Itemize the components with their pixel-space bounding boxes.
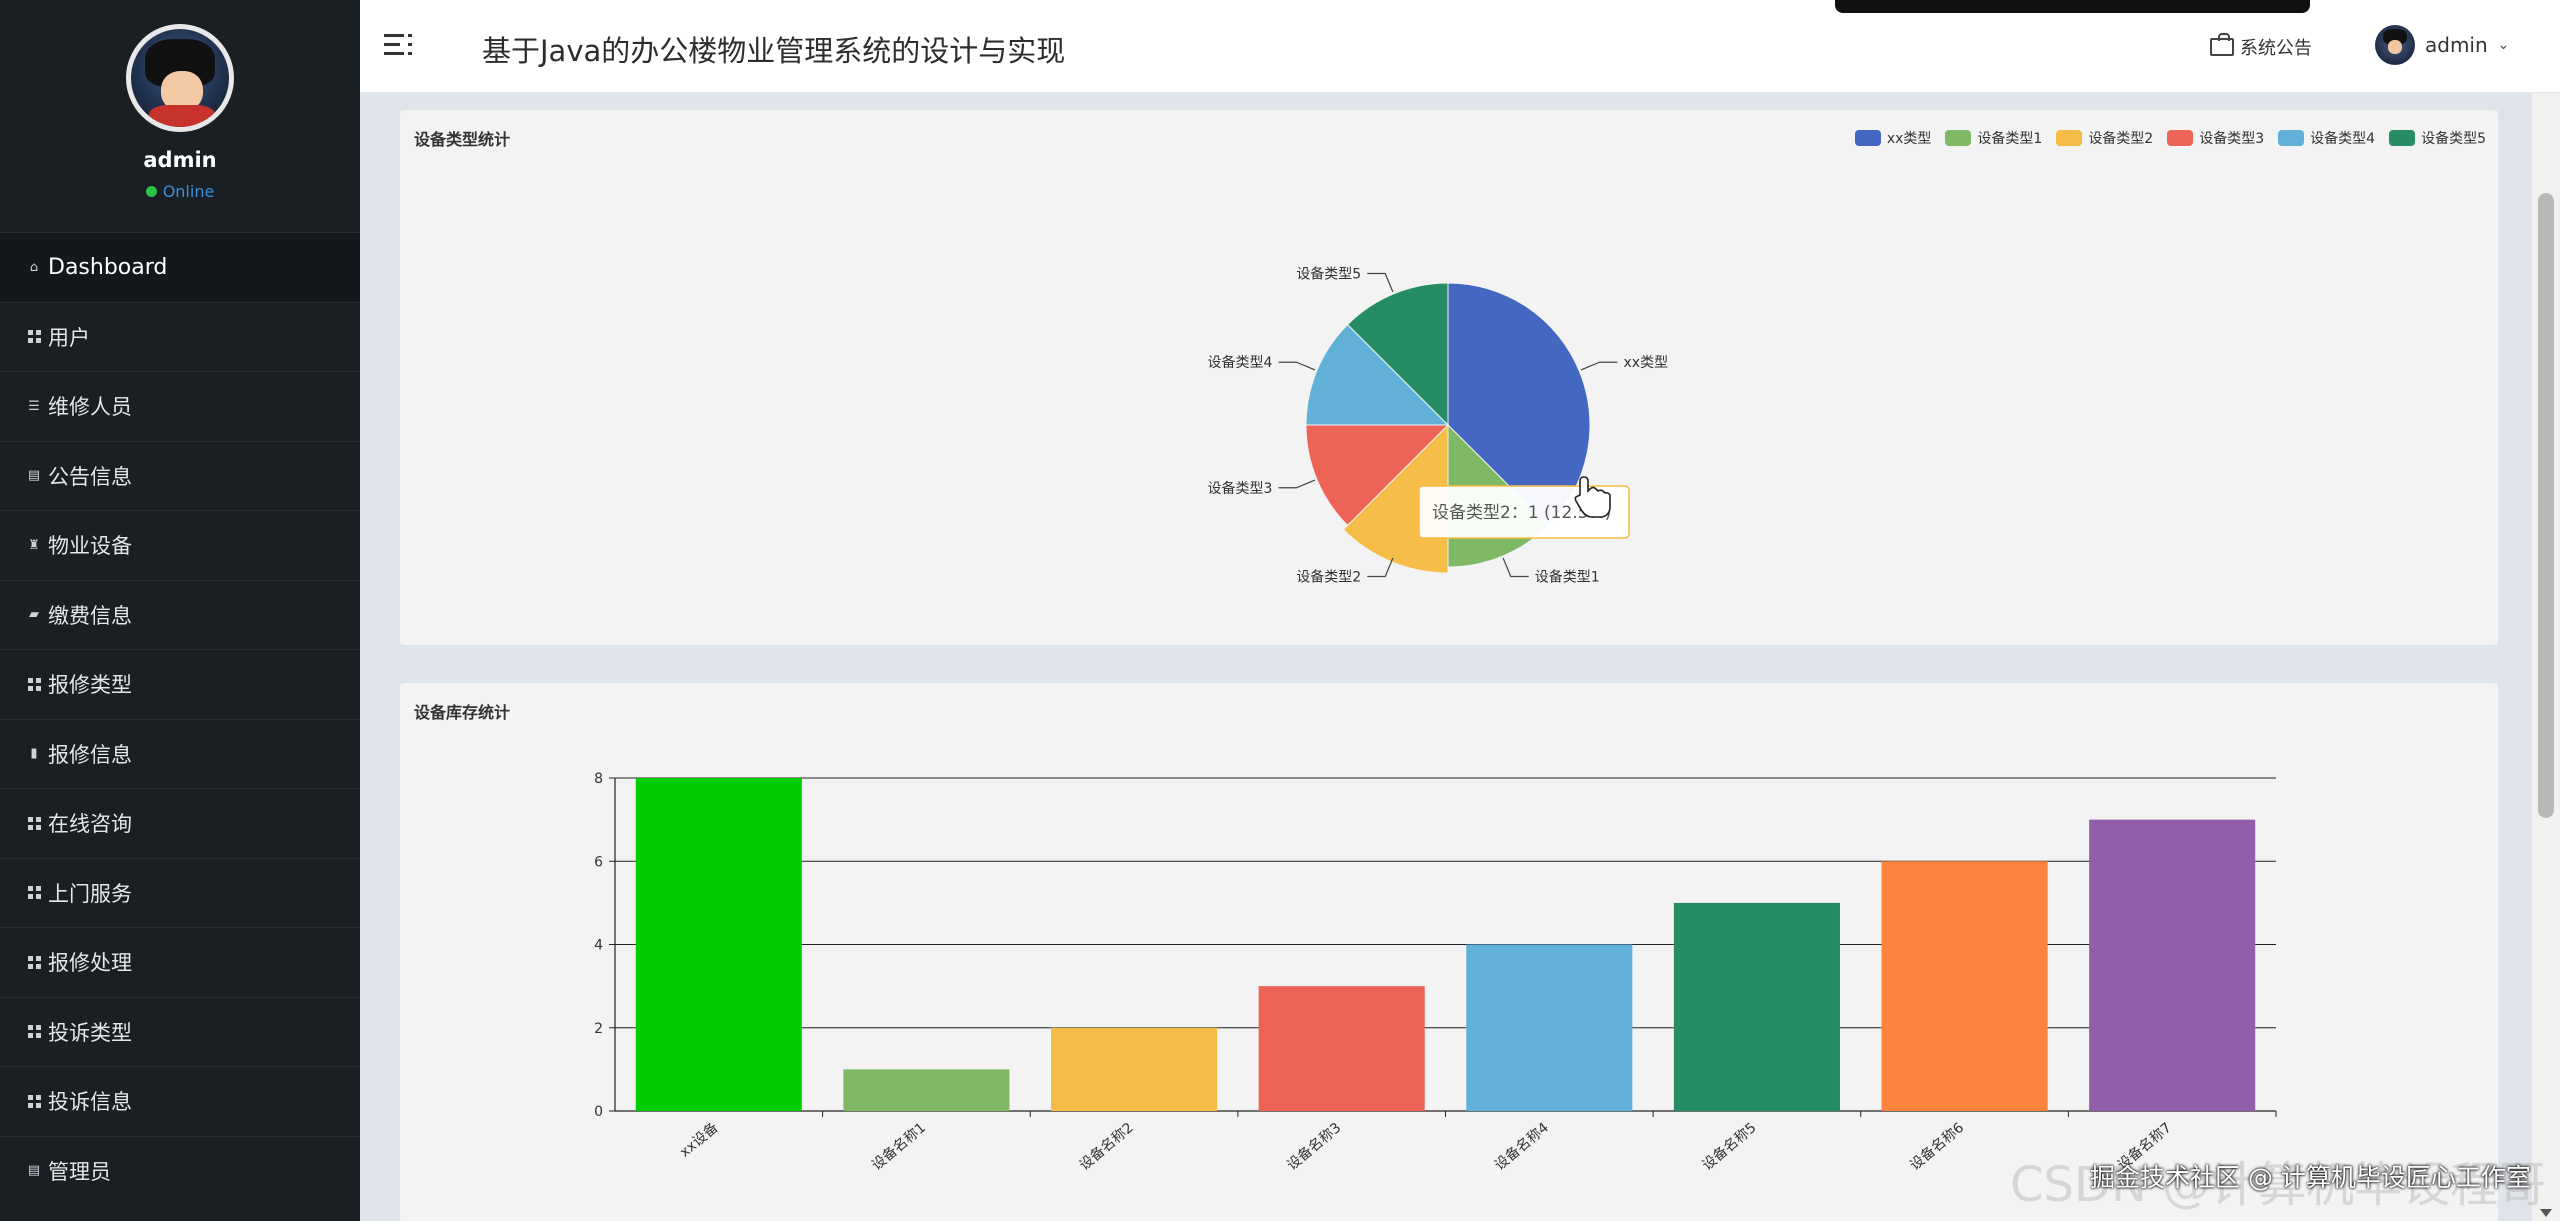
y-tick-label: 4 — [594, 938, 603, 954]
grid-icon — [26, 676, 42, 692]
bar — [1466, 944, 1633, 1111]
pie-label-line — [1580, 361, 1618, 371]
pie-label-line — [1502, 557, 1529, 578]
sidebar-item-label: Dashboard — [48, 254, 168, 280]
x-tick-label: 设备名称6 — [1906, 1119, 1967, 1174]
bar — [635, 778, 802, 1111]
page-scrollbar[interactable] — [2532, 93, 2560, 1221]
sidebar-menu: ⌂ Dashboard 用户 ☰ 维修人员 ▤ 公告信息 ♜ 物业设备 ▰ 缴费信息报修类型 ▮ 报修信… — [0, 232, 360, 1205]
sidebar-item-8[interactable]: 在线咨询 — [0, 788, 360, 858]
y-tick-label: 2 — [594, 1021, 603, 1037]
pie-label: xx类型 — [1624, 355, 1669, 371]
sidebar-item-2[interactable]: ☰ 维修人员 — [0, 371, 360, 441]
bar — [843, 1069, 1010, 1111]
sidebar-item-label: 物业设备 — [48, 534, 132, 559]
profile-status: Online — [145, 182, 215, 201]
sidebar-item-label: 投诉信息 — [48, 1090, 132, 1115]
pie-label-line — [1278, 361, 1316, 371]
grid-icon — [26, 1024, 42, 1040]
sidebar-item-5[interactable]: ▰ 缴费信息 — [0, 579, 360, 650]
sidebar-item-label: 上门服务 — [48, 881, 132, 906]
system-notice-label: 系统公告 — [2240, 38, 2312, 59]
sidebar-item-label: 维修人员 — [48, 395, 132, 420]
trophy-icon: ♜ — [28, 537, 40, 553]
sidebar-item-9[interactable]: 上门服务 — [0, 857, 360, 928]
bar — [1881, 861, 2048, 1111]
sidebar-item-label: 投诉类型 — [48, 1020, 132, 1045]
sidebar-item-label: 管理员 — [48, 1159, 111, 1184]
sidebar-item-12[interactable]: 投诉信息 — [0, 1066, 360, 1136]
top-header: 基于Java的办公楼物业管理系统的设计与实现 系统公告 admin ⌄ — [360, 0, 2560, 93]
sidebar-item-label: 报修信息 — [48, 742, 132, 767]
sidebar-item-13[interactable]: ▤ 管理员 — [0, 1135, 360, 1206]
bar-chart: 02468xx设备 设备名称1 设备名称2 设备名称3 设备名称4 设备名称5 设备名称6 设… — [594, 771, 2277, 1174]
sidebar: admin Online ⌂ Dashboard 用户 ☰ 维修人员 ▤ 公告信息 ♜ 物业设备… — [0, 0, 360, 1221]
sidebar-item-3[interactable]: ▤ 公告信息 — [0, 440, 360, 511]
bar — [1051, 1027, 1218, 1111]
pie-label: 设备类型2 — [1296, 569, 1361, 586]
sidebar-item-10[interactable]: 报修处理 — [0, 927, 360, 997]
user-name: admin — [2425, 33, 2488, 57]
sidebar-item-label: 报修类型 — [48, 673, 132, 698]
system-notice-button[interactable]: 系统公告 — [2210, 33, 2312, 60]
grid-icon — [26, 329, 42, 345]
pie-chart: xx类型设备类型1设备类型2设备类型3设备类型4设备类型5设备类型2：1 (12… — [1208, 265, 1669, 586]
chevron-down-icon: ⌄ — [2497, 37, 2510, 53]
device-type-card: 设备类型统计 xx类型 设备类型1 设备类型2 设备类型3 设备类型4 设备类型5 xx类… — [400, 110, 2498, 645]
y-tick-label: 6 — [594, 854, 603, 870]
online-dot-icon — [145, 186, 157, 197]
notice-icon — [2210, 33, 2234, 56]
bar — [2089, 819, 2256, 1111]
bar — [1673, 902, 1840, 1111]
sliders-icon: ☰ — [28, 398, 40, 414]
sidebar-item-label: 缴费信息 — [48, 603, 132, 628]
sidebar-item-label: 在线咨询 — [48, 812, 132, 837]
pie-label: 设备类型4 — [1208, 354, 1273, 371]
scroll-thumb[interactable] — [2538, 193, 2554, 818]
x-tick-label: 设备名称1 — [868, 1119, 929, 1174]
profile-name: admin — [143, 148, 217, 172]
x-tick-label: 设备名称3 — [1284, 1119, 1345, 1174]
device-inventory-card: 设备库存统计 0 2 4 6 8 xx设备 设备名称1 设备名称2 设备名称3 设备名称4 设备名称… — [400, 683, 2498, 1221]
x-tick-label: 设备名称5 — [1699, 1119, 1760, 1174]
grid-icon — [26, 815, 42, 831]
y-tick-label: 0 — [594, 1104, 603, 1120]
profile-panel: admin Online — [0, 0, 360, 232]
pie-label-line — [1367, 272, 1394, 293]
wallet-icon: ▰ — [29, 607, 39, 623]
x-tick-label: xx设备 — [676, 1119, 721, 1161]
page-title: 基于Java的办公楼物业管理系统的设计与实现 — [482, 34, 1066, 68]
pie-label-line — [1278, 479, 1316, 489]
watermark-juejin: 掘金技术社区 @ 计算机毕设匠心工作室 — [2090, 1163, 2531, 1192]
sidebar-item-6[interactable]: 报修类型 — [0, 649, 360, 719]
grid-icon — [26, 954, 42, 970]
x-tick-label: 设备名称2 — [1076, 1119, 1137, 1174]
sidebar-item-1[interactable]: 用户 — [0, 301, 360, 372]
sidebar-item-label: 报修处理 — [48, 951, 132, 976]
pie-label: 设备类型3 — [1208, 480, 1273, 497]
overlay-bar — [1835, 0, 2310, 13]
y-tick-label: 8 — [594, 771, 603, 787]
sidebar-item-label: 用户 — [48, 325, 90, 350]
pie-label: 设备类型5 — [1296, 265, 1361, 282]
user-avatar — [2375, 25, 2415, 65]
clipboard-icon: ▤ — [27, 468, 41, 484]
home-icon: ⌂ — [29, 259, 39, 275]
sidebar-item-7[interactable]: ▮ 报修信息 — [0, 718, 360, 789]
sidebar-item-0[interactable]: ⌂ Dashboard — [0, 232, 360, 302]
sidebar-item-4[interactable]: ♜ 物业设备 — [0, 510, 360, 580]
sidebar-item-label: 公告信息 — [48, 464, 132, 489]
sidebar-item-11[interactable]: 投诉类型 — [0, 996, 360, 1067]
x-tick-label: 设备名称4 — [1491, 1119, 1552, 1174]
avatar[interactable] — [126, 24, 234, 132]
grid-icon — [26, 885, 42, 901]
document-icon: ▤ — [27, 1163, 41, 1179]
grid-icon — [26, 1093, 42, 1109]
bar — [1258, 986, 1425, 1111]
user-menu[interactable]: admin ⌄ — [2375, 25, 2509, 65]
profile-status-label: Online — [162, 182, 215, 201]
pie-label: 设备类型1 — [1535, 569, 1600, 586]
bar-chart-icon: ▮ — [30, 746, 38, 762]
menu-toggle-icon[interactable] — [384, 30, 414, 60]
